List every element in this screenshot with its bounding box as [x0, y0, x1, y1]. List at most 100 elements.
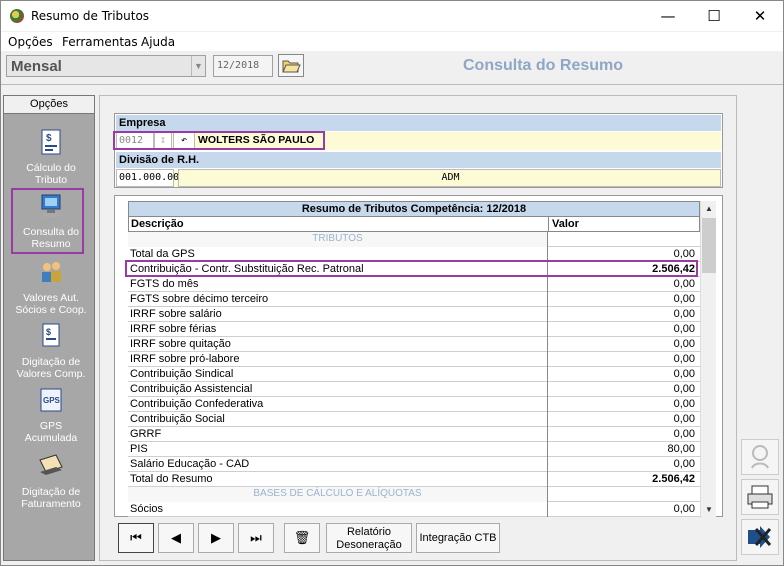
sidebar-item-label: Faturamento — [21, 498, 81, 510]
page-title: Consulta do Resumo — [463, 57, 624, 74]
cell-descricao: GRRF — [128, 427, 548, 442]
cell-descricao: Total do Resumo — [128, 472, 548, 487]
chevron-down-icon[interactable]: ▼ — [191, 56, 205, 76]
open-folder-button[interactable] — [278, 54, 304, 77]
grid-title: Resumo de Tributos Competência: 12/2018 — [128, 201, 700, 217]
cell-descricao: IRRF sobre salário — [128, 307, 548, 322]
vertical-scrollbar[interactable]: ▲ ▼ — [700, 201, 716, 518]
scroll-up-icon[interactable]: ▲ — [701, 201, 717, 217]
sidebar-item-label: Valores Aut. — [23, 292, 79, 304]
section-label: TRIBUTOS — [128, 232, 548, 247]
cell-valor: 0,00 — [673, 323, 695, 335]
table-row[interactable]: GRRF 0,00 — [128, 427, 700, 442]
trash-icon: 🗑 — [293, 530, 311, 545]
gps-document-icon: GPS — [40, 388, 62, 412]
period-select[interactable]: Mensal ▼ — [6, 55, 206, 77]
cell-descricao: Contribuição Social — [128, 412, 548, 427]
last-record-button[interactable]: ⏭ — [238, 523, 274, 553]
table-row[interactable]: Salário Educação - CAD 0,00 — [128, 457, 700, 472]
print-button[interactable] — [741, 479, 779, 515]
search-person-button[interactable] — [741, 439, 779, 475]
window-title: Resumo de Tributos — [31, 9, 150, 23]
exit-button[interactable] — [741, 519, 779, 555]
cell-valor: 0,00 — [673, 338, 695, 350]
cell-descricao: Contribuição Assistencial — [128, 382, 548, 397]
maximize-button[interactable]: ☐ — [691, 1, 737, 31]
table-row[interactable]: IRRF sobre férias 0,00 — [128, 322, 700, 337]
cell-valor: 0,00 — [673, 413, 695, 425]
empresa-label: Empresa — [116, 115, 721, 131]
table-row[interactable]: Contribuição Sindical 0,00 — [128, 367, 700, 382]
first-record-button[interactable]: ⏮ — [118, 523, 154, 553]
sidebar: Opções $ Cálculo do Tributo Consulta do … — [3, 95, 95, 561]
sidebar-item-label: Acumulada — [24, 432, 78, 444]
grid-section-row: TRIBUTOS — [128, 232, 700, 247]
sidebar-item-digitacao-valores[interactable]: $ Digitação de Valores Comp. — [9, 322, 93, 380]
table-row[interactable]: FGTS do mês 0,00 — [128, 277, 700, 292]
cell-descricao: IRRF sobre férias — [128, 322, 548, 337]
close-button[interactable]: ✕ — [737, 1, 783, 31]
exit-icon — [748, 526, 772, 548]
table-row[interactable]: Contribuição Assistencial 0,00 — [128, 382, 700, 397]
bottom-toolbar: ⏮ ◀ ▶ ⏭ 🗑 Relatório Desoneração Integraç… — [114, 520, 723, 556]
minimize-button[interactable]: — — [645, 1, 691, 31]
calculator-icon: $ — [41, 129, 61, 155]
table-row[interactable]: Sócios 0,00 — [128, 502, 700, 517]
sidebar-item-label: Cálculo do — [26, 162, 76, 174]
grid-section-row: BASES DE CÁLCULO E ALÍQUOTAS — [128, 487, 700, 502]
app-icon — [10, 9, 24, 23]
table-row[interactable]: Contribuição Social 0,00 — [128, 412, 700, 427]
table-row[interactable]: Total do Resumo 2.506,42 — [128, 472, 700, 487]
cell-descricao: FGTS do mês — [128, 277, 548, 292]
table-row[interactable]: IRRF sobre pró-labore 0,00 — [128, 352, 700, 367]
svg-text:$: $ — [46, 327, 51, 337]
table-row[interactable]: PIS 80,00 — [128, 442, 700, 457]
prev-record-button[interactable]: ◀ — [158, 523, 194, 553]
period-value: Mensal — [11, 58, 62, 75]
sidebar-item-label: Sócios e Coop. — [15, 304, 87, 316]
sidebar-item-label: Tributo — [34, 174, 68, 186]
table-row[interactable]: IRRF sobre salário 0,00 — [128, 307, 700, 322]
grid-panel: Resumo de Tributos Competência: 12/2018 … — [114, 195, 723, 518]
cell-valor: 80,00 — [667, 443, 695, 455]
highlight-consulta — [11, 188, 84, 254]
cell-descricao: PIS — [128, 442, 548, 457]
sidebar-item-valores-aut[interactable]: Valores Aut. Sócios e Coop. — [9, 258, 93, 316]
menu-opcoes[interactable]: Opções — [8, 35, 53, 49]
sidebar-item-faturamento[interactable]: Digitação de Faturamento — [9, 452, 93, 510]
cell-valor: 0,00 — [673, 428, 695, 440]
menu-ajuda[interactable]: Ajuda — [141, 35, 175, 49]
sidebar-header: Opções — [4, 96, 94, 114]
menu-ferramentas[interactable]: Ferramentas — [62, 35, 138, 49]
cell-descricao: Contribuição Sindical — [128, 367, 548, 382]
button-label: Desoneração — [336, 539, 402, 551]
sidebar-item-label: Digitação de — [21, 486, 81, 498]
divisao-name-field: ADM — [178, 169, 721, 187]
svg-text:$: $ — [46, 133, 52, 144]
scroll-thumb[interactable] — [702, 218, 716, 273]
competencia-field[interactable]: 12/2018 — [213, 55, 273, 77]
printer-icon — [747, 485, 773, 509]
svg-text:GPS: GPS — [43, 396, 61, 405]
divisao-code-field[interactable]: 001.000.000 — [116, 169, 185, 187]
cell-valor: 0,00 — [673, 308, 695, 320]
cell-valor — [548, 487, 698, 502]
cell-valor: 0,00 — [673, 293, 695, 305]
scroll-down-icon[interactable]: ▼ — [701, 502, 717, 518]
delete-button[interactable]: 🗑 — [284, 523, 320, 553]
relatorio-desoneracao-button[interactable]: Relatório Desoneração — [326, 523, 412, 553]
table-row[interactable]: Contribuição Confederativa 0,00 — [128, 397, 700, 412]
sidebar-item-calculo[interactable]: $ Cálculo do Tributo — [9, 128, 93, 186]
laptop-icon — [39, 454, 63, 475]
sidebar-item-gps[interactable]: GPS GPS Acumulada — [9, 386, 93, 444]
divisao-row: 001.000.000 ADM — [116, 169, 721, 187]
button-label: Relatório — [346, 526, 392, 538]
table-row[interactable]: IRRF sobre quitação 0,00 — [128, 337, 700, 352]
col-descricao: Descrição — [129, 217, 549, 232]
col-valor: Valor — [552, 218, 579, 230]
cell-descricao: Salário Educação - CAD — [128, 457, 548, 472]
next-record-button[interactable]: ▶ — [198, 523, 234, 553]
table-row[interactable]: FGTS sobre décimo terceiro 0,00 — [128, 292, 700, 307]
cell-valor: 0,00 — [673, 398, 695, 410]
integracao-ctb-button[interactable]: Integração CTB — [416, 523, 500, 553]
